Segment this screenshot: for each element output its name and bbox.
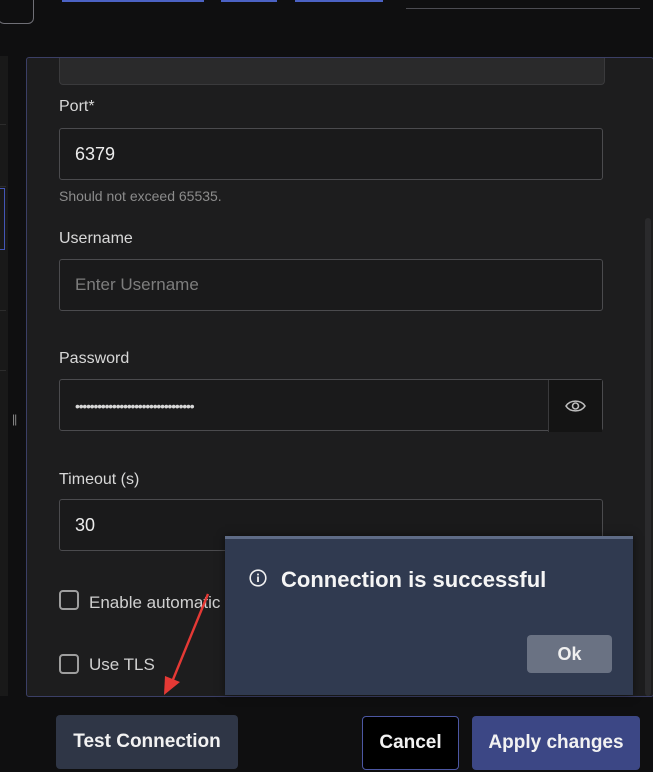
rail-divider [0, 186, 6, 187]
rail-divider [0, 370, 6, 371]
top-left-button[interactable] [0, 0, 34, 24]
password-value: •••••••••••••••••••••••••••••••• [75, 398, 195, 414]
use-tls-checkbox[interactable] [59, 654, 79, 674]
resize-handle-icon[interactable]: || [12, 412, 18, 426]
test-connection-button[interactable]: Test Connection [56, 715, 238, 769]
show-password-button[interactable] [548, 380, 602, 432]
password-label: Password [59, 350, 130, 367]
username-label: Username [59, 230, 133, 247]
form-scrollbar[interactable] [645, 218, 651, 696]
connection-toast: Connection is successful Ok [225, 536, 633, 695]
timeout-label: Timeout (s) [59, 471, 140, 488]
use-tls-label: Use TLS [89, 655, 155, 674]
port-hint: Should not exceed 65535. [59, 188, 222, 204]
left-rail [0, 56, 8, 696]
top-bar [0, 0, 653, 30]
auto-decompression-checkbox[interactable] [59, 590, 79, 610]
rail-active-item[interactable] [0, 188, 5, 250]
top-search-underline[interactable] [406, 8, 640, 9]
port-input[interactable]: 6379 [59, 128, 603, 180]
apply-changes-button[interactable]: Apply changes [472, 716, 640, 770]
cancel-button[interactable]: Cancel [362, 716, 459, 770]
port-label: Port* [59, 98, 95, 115]
top-tab-2[interactable] [221, 0, 277, 2]
username-input[interactable]: Enter Username [59, 259, 603, 311]
password-input[interactable]: •••••••••••••••••••••••••••••••• [59, 379, 603, 432]
rail-divider [0, 310, 6, 311]
info-icon [249, 569, 267, 587]
host-field[interactable] [59, 58, 605, 85]
toast-ok-button[interactable]: Ok [527, 635, 612, 673]
top-tab-1[interactable] [62, 0, 204, 2]
eye-icon [565, 400, 586, 412]
annotation-arrow-icon [164, 593, 210, 695]
rail-divider [0, 124, 6, 125]
top-tab-3[interactable] [295, 0, 383, 2]
toast-title: Connection is successful [281, 567, 547, 592]
